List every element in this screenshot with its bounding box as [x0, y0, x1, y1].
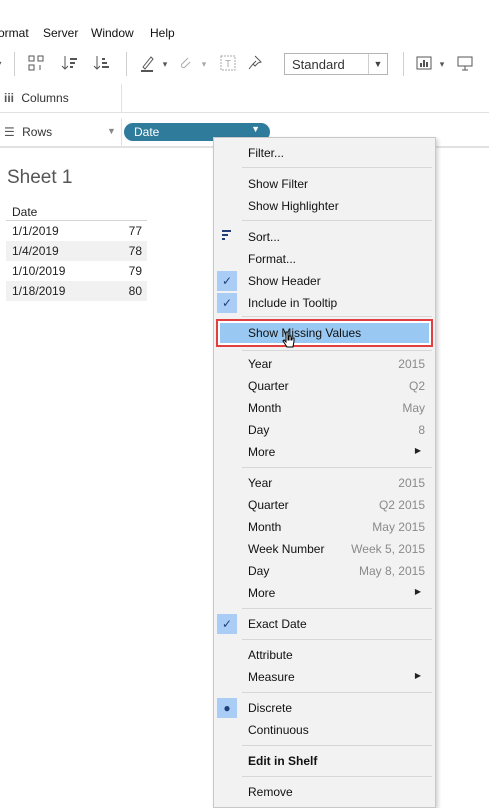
menu-bar: ormat Server Window Help: [0, 0, 489, 44]
menu-format[interactable]: ormat: [0, 26, 29, 40]
pin-icon[interactable]: [246, 54, 266, 74]
checkmark-icon: ✓: [217, 614, 237, 634]
menu-item-show-filter[interactable]: Show Filter: [214, 173, 435, 195]
checkmark-icon: ✓: [217, 271, 237, 291]
menu-item-attribute[interactable]: Attribute: [214, 644, 435, 666]
menu-item-week-number-continuous[interactable]: Week Number Week 5, 2015: [214, 538, 435, 560]
fit-combo-value: Standard: [292, 57, 345, 72]
table-row[interactable]: 1/4/2019 78: [6, 241, 147, 261]
menu-separator: [242, 220, 432, 221]
submenu-arrow-icon: ▶: [414, 587, 421, 596]
show-me-icon[interactable]: [414, 54, 434, 74]
menu-item-discrete[interactable]: ● Discrete: [214, 697, 435, 719]
row-date: 1/4/2019: [12, 244, 59, 258]
toolbar-separator: [403, 52, 404, 76]
submenu-arrow-icon: ▶: [414, 446, 421, 455]
menu-item-quarter-continuous[interactable]: Quarter Q2 2015: [214, 494, 435, 516]
columns-shelf[interactable]: iii Columns: [0, 84, 489, 113]
menu-separator: [242, 316, 432, 317]
toolbar-separator: [14, 52, 15, 76]
menu-item-day-discrete[interactable]: Day 8: [214, 419, 435, 441]
data-table: Date 1/1/2019 77 1/4/2019 78 1/10/2019 7…: [6, 205, 147, 301]
chevron-down-icon[interactable]: ▼: [368, 54, 387, 74]
menu-item-more-discrete[interactable]: More ▶: [214, 441, 435, 463]
menu-item-show-header[interactable]: ✓ Show Header: [214, 270, 435, 292]
text-box-icon[interactable]: T: [218, 54, 238, 74]
chevron-down-icon[interactable]: ▼: [251, 124, 260, 134]
menu-item-exact-date[interactable]: ✓ Exact Date: [214, 613, 435, 635]
toolbar-dropdown-icon[interactable]: ▾: [0, 54, 8, 74]
radio-dot-icon: ●: [217, 698, 237, 718]
mouse-cursor-icon: [282, 331, 295, 348]
menu-separator: [242, 776, 432, 777]
menu-separator: [242, 639, 432, 640]
show-me-dropdown-icon[interactable]: ▾: [432, 54, 452, 74]
menu-item-sort[interactable]: Sort...: [214, 226, 435, 248]
menu-item-show-missing-values[interactable]: Show Missing Values: [214, 322, 435, 344]
rows-label: ☰ Rows: [4, 125, 53, 139]
checkmark-icon: ✓: [217, 293, 237, 313]
sort-icon: [217, 227, 237, 247]
menu-item-filter[interactable]: Filter...: [214, 142, 435, 164]
menu-item-day-continuous[interactable]: Day May 8, 2015: [214, 560, 435, 582]
presentation-mode-icon[interactable]: [455, 54, 475, 74]
menu-item-continuous[interactable]: Continuous: [214, 719, 435, 741]
rows-icon: ☰: [4, 125, 15, 139]
toolbar-separator: [126, 52, 127, 76]
shelf-divider: [121, 118, 122, 146]
table-row[interactable]: 1/18/2019 80: [6, 281, 147, 301]
menu-item-format[interactable]: Format...: [214, 248, 435, 270]
shelf-divider: [121, 84, 122, 112]
menu-separator: [242, 608, 432, 609]
table-row[interactable]: 1/1/2019 77: [6, 221, 147, 241]
menu-item-remove[interactable]: Remove: [214, 781, 435, 803]
menu-separator: [242, 350, 432, 351]
menu-item-year-continuous[interactable]: Year 2015: [214, 472, 435, 494]
menu-item-include-in-tooltip[interactable]: ✓ Include in Tooltip: [214, 292, 435, 314]
menu-separator: [242, 745, 432, 746]
sheet-title: Sheet 1: [7, 167, 73, 188]
date-context-menu: Filter... Show Filter Show Highlighter S…: [213, 137, 436, 808]
sort-ascending-icon[interactable]: [60, 54, 80, 74]
highlight-dropdown-icon[interactable]: ▾: [155, 54, 175, 74]
row-date: 1/10/2019: [12, 264, 66, 278]
menu-item-month-continuous[interactable]: Month May 2015: [214, 516, 435, 538]
group-members-icon[interactable]: [26, 54, 46, 74]
sort-descending-icon[interactable]: [92, 54, 112, 74]
menu-window[interactable]: Window: [91, 26, 134, 40]
menu-item-month-discrete[interactable]: Month May: [214, 397, 435, 419]
columns-icon: iii: [4, 91, 15, 105]
row-value: 77: [128, 224, 142, 238]
columns-label: iii Columns: [4, 91, 69, 105]
menu-help[interactable]: Help: [150, 26, 175, 40]
submenu-arrow-icon: ▶: [414, 671, 421, 680]
row-date: 1/18/2019: [12, 284, 66, 298]
menu-separator: [242, 692, 432, 693]
menu-item-measure[interactable]: Measure ▶: [214, 666, 435, 688]
menu-item-more-continuous[interactable]: More ▶: [214, 582, 435, 604]
fit-combo[interactable]: Standard ▼: [284, 53, 388, 75]
menu-item-quarter-discrete[interactable]: Quarter Q2: [214, 375, 435, 397]
menu-separator: [242, 467, 432, 468]
menu-separator: [242, 167, 432, 168]
date-pill-label: Date: [134, 125, 160, 139]
attach-clip-icon[interactable]: [176, 54, 196, 74]
column-header-date[interactable]: Date: [6, 205, 147, 221]
menu-item-edit-in-shelf[interactable]: Edit in Shelf: [214, 750, 435, 772]
row-value: 78: [128, 244, 142, 258]
row-value: 79: [128, 264, 142, 278]
svg-text:T: T: [225, 59, 231, 70]
clip-dropdown-icon[interactable]: ▾: [194, 54, 214, 74]
rows-dropdown-icon[interactable]: ▼: [107, 126, 116, 136]
menu-item-show-highlighter[interactable]: Show Highlighter: [214, 195, 435, 217]
row-date: 1/1/2019: [12, 224, 59, 238]
toolbar: ▾ ▾ ▾ T Standard ▼ ▾: [0, 44, 489, 85]
table-row[interactable]: 1/10/2019 79: [6, 261, 147, 281]
menu-server[interactable]: Server: [43, 26, 78, 40]
menu-item-year-discrete[interactable]: Year 2015: [214, 353, 435, 375]
row-value: 80: [128, 284, 142, 298]
